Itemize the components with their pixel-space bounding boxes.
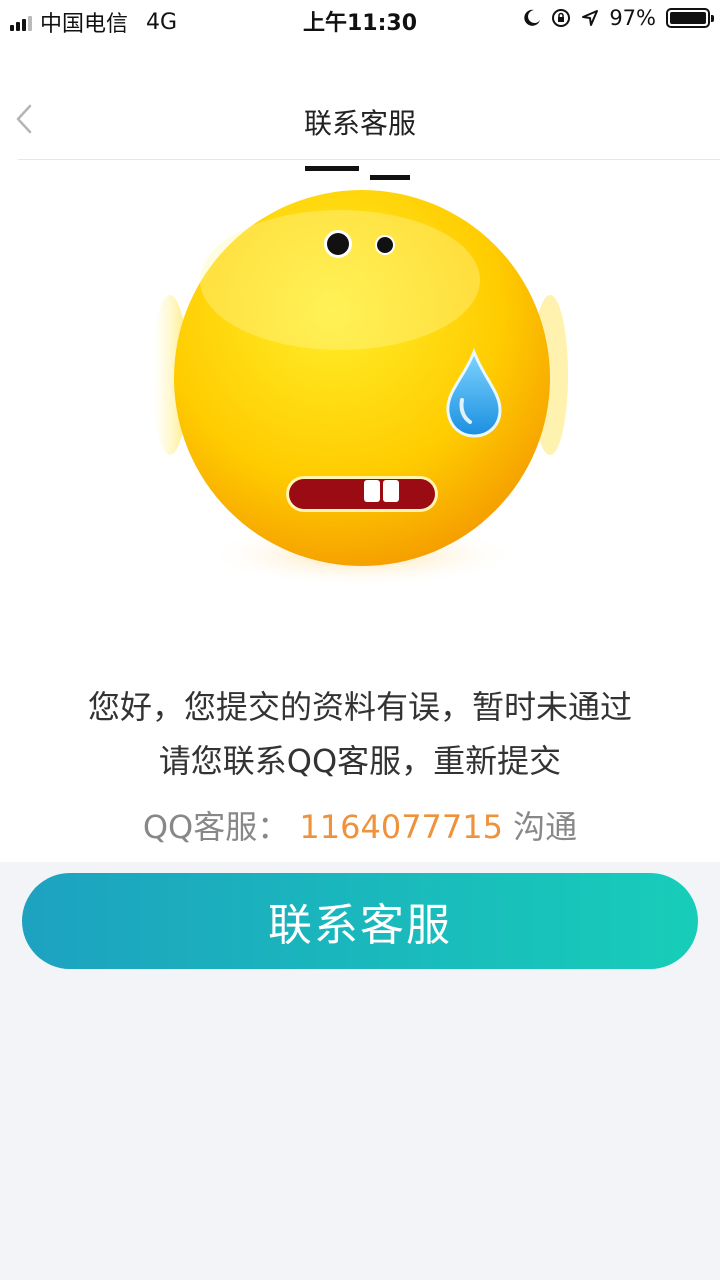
contact-support-button[interactable]: 联系客服 <box>22 873 698 969</box>
moon-icon <box>524 9 541 26</box>
battery-icon <box>666 8 714 28</box>
page-title: 联系客服 <box>303 107 416 140</box>
nav-bar: 联系客服 <box>0 38 720 160</box>
message-line-1: 您好，您提交的资料有误，暂时未通过 <box>87 688 632 726</box>
qq-number[interactable]: 1164077715 <box>299 808 503 846</box>
qq-contact-suffix: 沟通 <box>513 808 578 846</box>
qq-contact-label: QQ客服： <box>142 808 290 846</box>
status-bar: 中国电信 4G 上午11:30 97% <box>0 0 720 38</box>
qq-contact-line: QQ客服： 1164077715 沟通 <box>0 802 720 848</box>
message-line-2: 请您联系QQ客服，重新提交 <box>158 742 562 780</box>
sweating-emoji-icon <box>152 166 568 587</box>
battery-percent: 97% <box>609 6 656 30</box>
rotation-lock-icon <box>552 9 571 27</box>
location-icon <box>582 10 599 26</box>
content-card: 您好，您提交的资料有误，暂时未通过 请您联系QQ客服，重新提交 QQ客服： 11… <box>0 160 720 862</box>
status-right: 97% <box>523 6 714 30</box>
